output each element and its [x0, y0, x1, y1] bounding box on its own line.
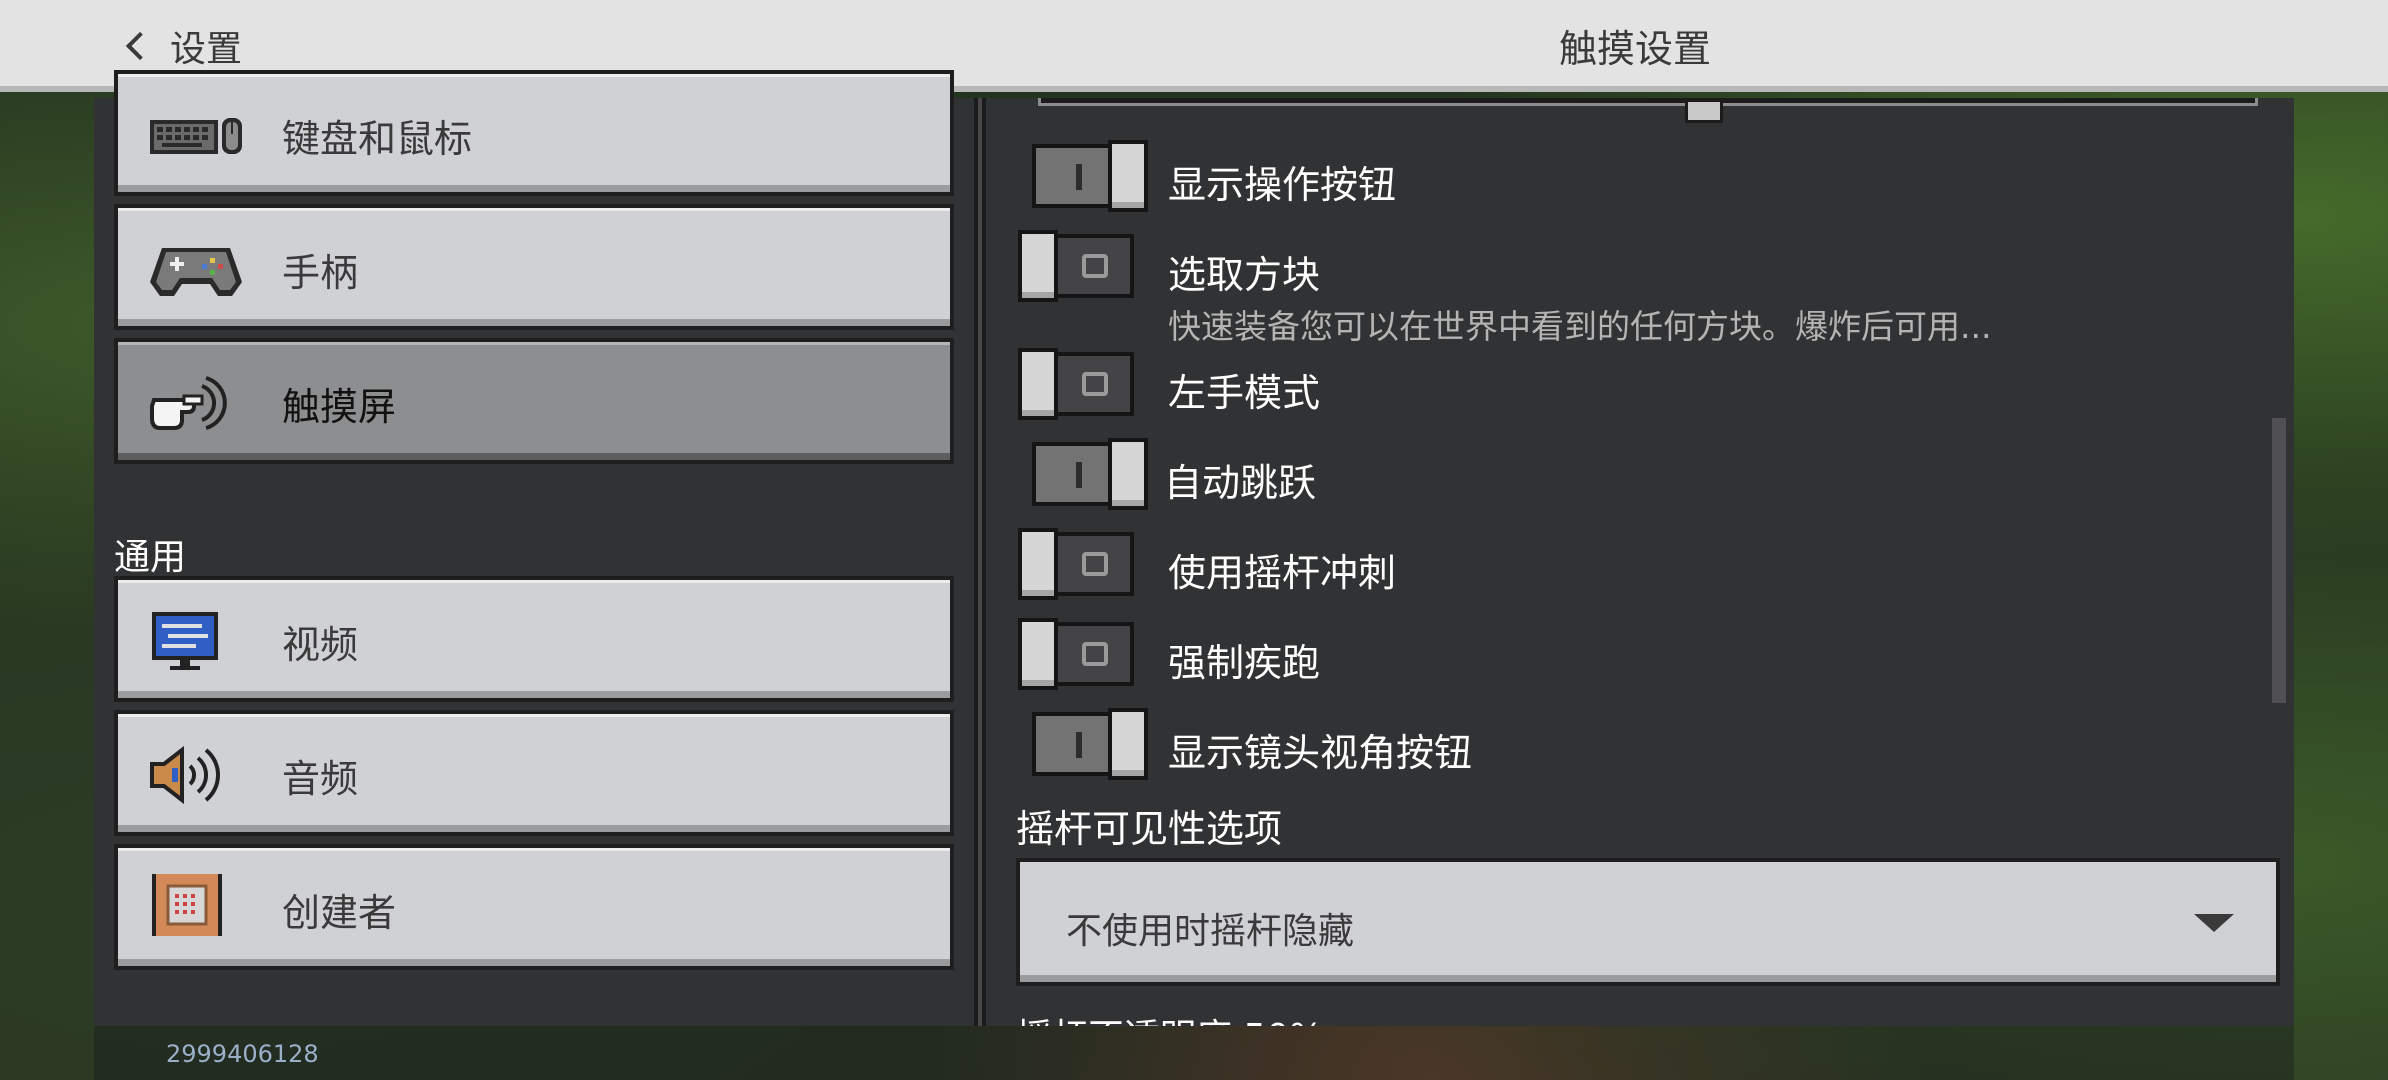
chevron-down-icon [2194, 914, 2234, 932]
touch-hand-icon [150, 376, 227, 430]
setting-label: 使用摇杆冲刺 [1168, 551, 1397, 595]
joystick-opacity-label: 摇杆不透明度 50% [1016, 1008, 1323, 1026]
joystick-visibility-dropdown[interactable]: 不使用时摇杆隐藏 [1016, 858, 2280, 986]
back-label: 设置 [170, 29, 243, 70]
toggle-on-mark [1076, 164, 1082, 190]
slider-track[interactable] [1038, 98, 2258, 123]
toggle-show-camera-button[interactable] [1032, 708, 1148, 780]
sidebar-item-gamepad[interactable]: 手柄 [114, 204, 954, 330]
toggle-off-mark [1082, 552, 1108, 576]
toggle-force-sprint[interactable] [1018, 618, 1134, 690]
sidebar-item-label: 音频 [282, 757, 359, 801]
toggle-on-mark [1076, 462, 1082, 488]
chevron-left-icon [125, 31, 155, 61]
toggle-knob [1018, 528, 1058, 600]
toggle-auto-jump[interactable] [1032, 438, 1148, 510]
setting-label: 左手模式 [1168, 371, 1321, 415]
page-title: 触摸设置 [1558, 27, 1711, 71]
scrollbar-thumb[interactable] [2272, 418, 2286, 703]
gamepad-icon [150, 248, 242, 296]
setting-label: 显示操作按钮 [1168, 163, 1397, 207]
joystick-visibility-label: 摇杆可见性选项 [1016, 807, 1283, 851]
back-button[interactable]: 设置 [118, 14, 242, 78]
toggle-knob [1018, 230, 1058, 302]
toggle-knob [1018, 618, 1058, 690]
toggle-left-hand-mode[interactable] [1018, 348, 1134, 420]
dropdown-value: 不使用时摇杆隐藏 [1066, 911, 1355, 952]
section-heading-general: 通用 [114, 537, 187, 578]
toggle-off-mark [1082, 642, 1108, 666]
sidebar-item-audio[interactable]: 音频 [114, 710, 954, 836]
toggle-joystick-sprint[interactable] [1018, 528, 1134, 600]
setting-description: 快速装备您可以在世界中看到的任何方块。爆炸后可用... [1168, 307, 1992, 346]
setting-label: 自动跳跃 [1164, 461, 1317, 505]
setting-label: 显示镜头视角按钮 [1168, 731, 1473, 775]
sidebar-item-label: 键盘和鼠标 [282, 117, 473, 161]
panel-divider [974, 98, 986, 1026]
sidebar-item-label: 手柄 [282, 251, 359, 295]
toggle-off-mark [1082, 254, 1108, 278]
sidebar-item-video[interactable]: 视频 [114, 576, 954, 702]
setting-label: 选取方块 [1168, 253, 1321, 297]
speaker-icon [150, 745, 220, 805]
toggle-pick-block[interactable] [1018, 230, 1134, 302]
slider-knob[interactable] [1685, 99, 1723, 123]
command-block-icon [152, 874, 222, 936]
toggle-knob [1108, 708, 1148, 780]
toggle-knob [1108, 438, 1148, 510]
keyboard-mouse-icon [150, 118, 242, 154]
bottom-strip [94, 1026, 2294, 1080]
toggle-knob [1018, 348, 1058, 420]
sidebar-item-creator[interactable]: 创建者 [114, 844, 954, 970]
toggle-show-action-buttons[interactable] [1032, 140, 1148, 212]
setting-label: 强制疾跑 [1168, 641, 1321, 685]
toggle-knob [1108, 140, 1148, 212]
settings-sidebar: 键盘和鼠标 手柄 触摸屏 通用 视频 音频 创建者 [94, 70, 974, 1026]
sidebar-item-touchscreen[interactable]: 触摸屏 [114, 338, 954, 464]
sidebar-item-keyboard-mouse[interactable]: 键盘和鼠标 [114, 70, 954, 196]
world-seed: 2999406128 [166, 1040, 319, 1068]
sidebar-item-label: 创建者 [282, 891, 397, 935]
toggle-on-mark [1076, 732, 1082, 758]
toggle-off-mark [1082, 372, 1108, 396]
sidebar-item-label: 视频 [282, 623, 359, 667]
monitor-icon [152, 612, 218, 670]
sidebar-item-label: 触摸屏 [282, 385, 397, 429]
touch-settings-panel: 显示操作按钮 选取方块 快速装备您可以在世界中看到的任何方块。爆炸后可用... … [986, 98, 2294, 1026]
